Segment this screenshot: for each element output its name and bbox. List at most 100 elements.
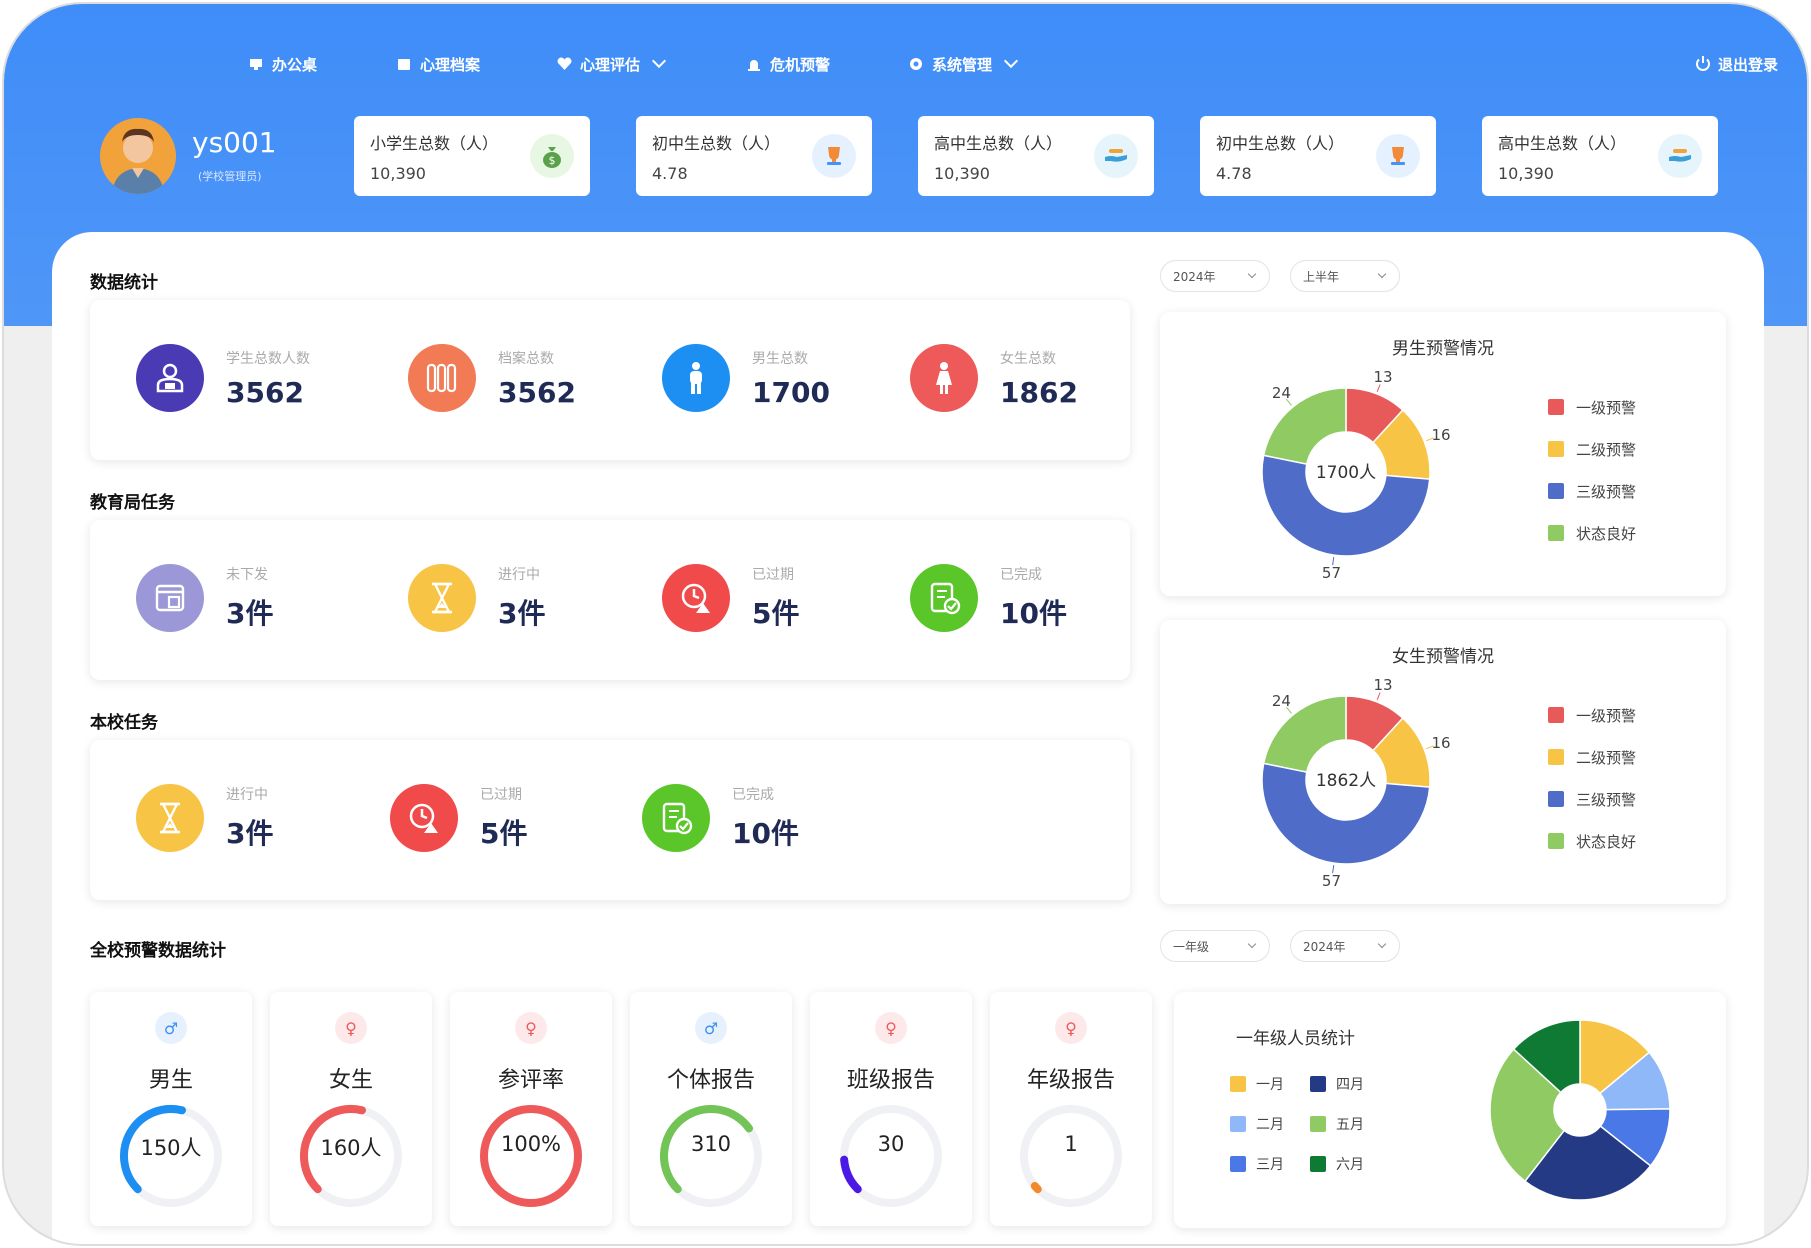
metric-label: 男生总数 xyxy=(752,350,808,367)
legend-label: 状态良好 xyxy=(1576,524,1637,543)
stat-card[interactable]: 初中生总数（人） 4.78 xyxy=(1200,116,1436,196)
metric-item[interactable]: 未下发 3件 xyxy=(136,564,273,632)
metric-label: 女生总数 xyxy=(1000,350,1056,367)
legend-swatch xyxy=(1548,749,1564,765)
legend-label: 二月 xyxy=(1256,1117,1284,1133)
chart-title: 一年级人员统计 xyxy=(1236,1029,1355,1049)
metric-text: 档案总数 3562 xyxy=(498,348,576,409)
nav-item-assessment[interactable]: 心理评估 xyxy=(556,44,667,84)
metric-item[interactable]: 已完成 10件 xyxy=(910,564,1067,632)
stat-card[interactable]: 小学生总数（人） 10,390 $ xyxy=(354,116,590,196)
data-label: 16 xyxy=(1432,734,1451,752)
metric-item[interactable]: 进行中 3件 xyxy=(136,784,273,852)
gauge-title: 参评率 xyxy=(497,1068,564,1093)
legend-item[interactable]: 六月 xyxy=(1310,1154,1390,1174)
metric-label: 进行中 xyxy=(498,567,540,583)
grade-stats-chart: 一年级人员统计 一月 四月二月 五月三月 六月 xyxy=(1174,992,1726,1228)
legend-item[interactable]: 二级预警 xyxy=(1548,428,1636,470)
legend-label: 三级预警 xyxy=(1576,482,1637,501)
alarm-icon xyxy=(746,56,762,72)
metric-value: 10件 xyxy=(1000,597,1067,630)
gear-icon xyxy=(908,56,924,72)
data-label: 13 xyxy=(1373,368,1392,386)
legend-swatch xyxy=(1230,1116,1246,1132)
female-icon: ♀ xyxy=(875,1012,907,1044)
year-select-2[interactable]: 2024年 xyxy=(1290,930,1400,962)
legend-item[interactable]: 五月 xyxy=(1310,1114,1390,1134)
legend-item[interactable]: 三级预警 xyxy=(1548,778,1636,820)
metric-value: 3件 xyxy=(498,597,546,630)
stat-card[interactable]: 初中生总数（人） 4.78 xyxy=(636,116,872,196)
metric-item[interactable]: 已过期 5件 xyxy=(662,564,799,632)
gauge-value: 310 xyxy=(690,1132,732,1156)
logout-button[interactable]: 退出登录 xyxy=(1694,44,1778,84)
gauge-card[interactable]: ♂ 男生 150人 xyxy=(90,992,252,1226)
user-portrait-icon xyxy=(112,128,164,194)
half-year-select-value: 上半年 xyxy=(1303,269,1340,284)
hand-icon xyxy=(1094,134,1138,178)
gauge-ring xyxy=(840,1105,942,1207)
nav-item-archive[interactable]: 心理档案 xyxy=(396,44,480,84)
gauge-fill xyxy=(480,1105,582,1207)
metric-value: 1862 xyxy=(1000,375,1078,409)
legend-label: 三月 xyxy=(1256,1157,1284,1173)
legend-swatch xyxy=(1230,1076,1246,1092)
nav-item-crisis[interactable]: 危机预警 xyxy=(746,44,830,84)
metric-text: 未下发 3件 xyxy=(226,564,273,632)
data-label: 16 xyxy=(1432,426,1451,444)
legend-item[interactable]: 三级预警 xyxy=(1548,470,1636,512)
donut-center-label: 1862人 xyxy=(1316,771,1376,791)
nav-item-desk[interactable]: 办公桌 xyxy=(248,44,317,84)
chevron-down-icon xyxy=(1377,939,1387,949)
legend-item[interactable]: 四月 xyxy=(1310,1074,1390,1094)
female-icon: ♀ xyxy=(1055,1012,1087,1044)
nav-item-system[interactable]: 系统管理 xyxy=(908,44,1019,84)
legend-label: 一级预警 xyxy=(1576,706,1637,725)
gauge-card[interactable]: ♀ 女生 160人 xyxy=(270,992,432,1226)
legend-item[interactable]: 状态良好 xyxy=(1548,512,1636,554)
legend-swatch xyxy=(1548,483,1564,499)
clock-alert-icon xyxy=(662,564,730,632)
legend-item[interactable]: 二月 xyxy=(1230,1114,1310,1134)
boys-warning-chart: 男生预警情况 13 16 57 24 1700人 一级预警 二级预警 三级预警 状态良好 xyxy=(1160,312,1726,596)
school-tasks-card: 进行中 3件 已过期 5件 已完成 10件 xyxy=(90,740,1130,900)
metric-label: 已过期 xyxy=(480,787,522,803)
metric-text: 已过期 5件 xyxy=(752,564,799,632)
dashboard-frame: 办公桌 心理档案 心理评估 危机预警 系统管理 退出登录 ys001 (学校管理… xyxy=(2,2,1809,1246)
legend-swatch xyxy=(1230,1156,1246,1172)
metric-item[interactable]: 已过期 5件 xyxy=(390,784,527,852)
legend-label: 状态良好 xyxy=(1576,832,1637,851)
year-select[interactable]: 2024年 xyxy=(1160,260,1270,292)
metric-item[interactable]: 男生总数 1700 xyxy=(662,344,830,412)
legend-item[interactable]: 三月 xyxy=(1230,1154,1310,1174)
metric-item[interactable]: 档案总数 3562 xyxy=(408,344,576,412)
metric-item[interactable]: 女生总数 1862 xyxy=(910,344,1078,412)
metric-item[interactable]: 学生总数人数 3562 xyxy=(136,344,310,412)
metric-value: 3562 xyxy=(226,375,304,409)
gauge-card[interactable]: ♀ 参评率 100% xyxy=(450,992,612,1226)
stat-card[interactable]: 高中生总数（人） 10,390 xyxy=(1482,116,1718,196)
gauge-fill xyxy=(1030,1181,1042,1194)
stat-card[interactable]: 高中生总数（人） 10,390 xyxy=(918,116,1154,196)
legend-item[interactable]: 一月 xyxy=(1230,1074,1310,1094)
legend-item[interactable]: 二级预警 xyxy=(1548,736,1636,778)
legend-item[interactable]: 一级预警 xyxy=(1548,386,1636,428)
avatar[interactable] xyxy=(100,118,176,194)
half-year-select[interactable]: 上半年 xyxy=(1290,260,1400,292)
section-title-school-tasks: 本校任务 xyxy=(90,713,158,733)
legend-item[interactable]: 状态良好 xyxy=(1548,820,1636,862)
gauge-card[interactable]: ♀ 年级报告 1 xyxy=(990,992,1152,1226)
gauge-card[interactable]: ♀ 班级报告 30 xyxy=(810,992,972,1226)
desk-icon xyxy=(248,56,264,72)
legend-label: 五月 xyxy=(1336,1117,1364,1133)
grade-select-value: 一年级 xyxy=(1173,939,1210,954)
metric-item[interactable]: 进行中 3件 xyxy=(408,564,545,632)
section-title-data-stats: 数据统计 xyxy=(90,273,158,293)
data-label: 24 xyxy=(1272,692,1291,710)
legend-item[interactable]: 一级预警 xyxy=(1548,694,1636,736)
gauge-card[interactable]: ♂ 个体报告 310 xyxy=(630,992,792,1226)
year-select-2-value: 2024年 xyxy=(1303,939,1346,954)
metric-item[interactable]: 已完成 10件 xyxy=(642,784,799,852)
metric-text: 进行中 3件 xyxy=(498,564,545,632)
grade-select[interactable]: 一年级 xyxy=(1160,930,1270,962)
